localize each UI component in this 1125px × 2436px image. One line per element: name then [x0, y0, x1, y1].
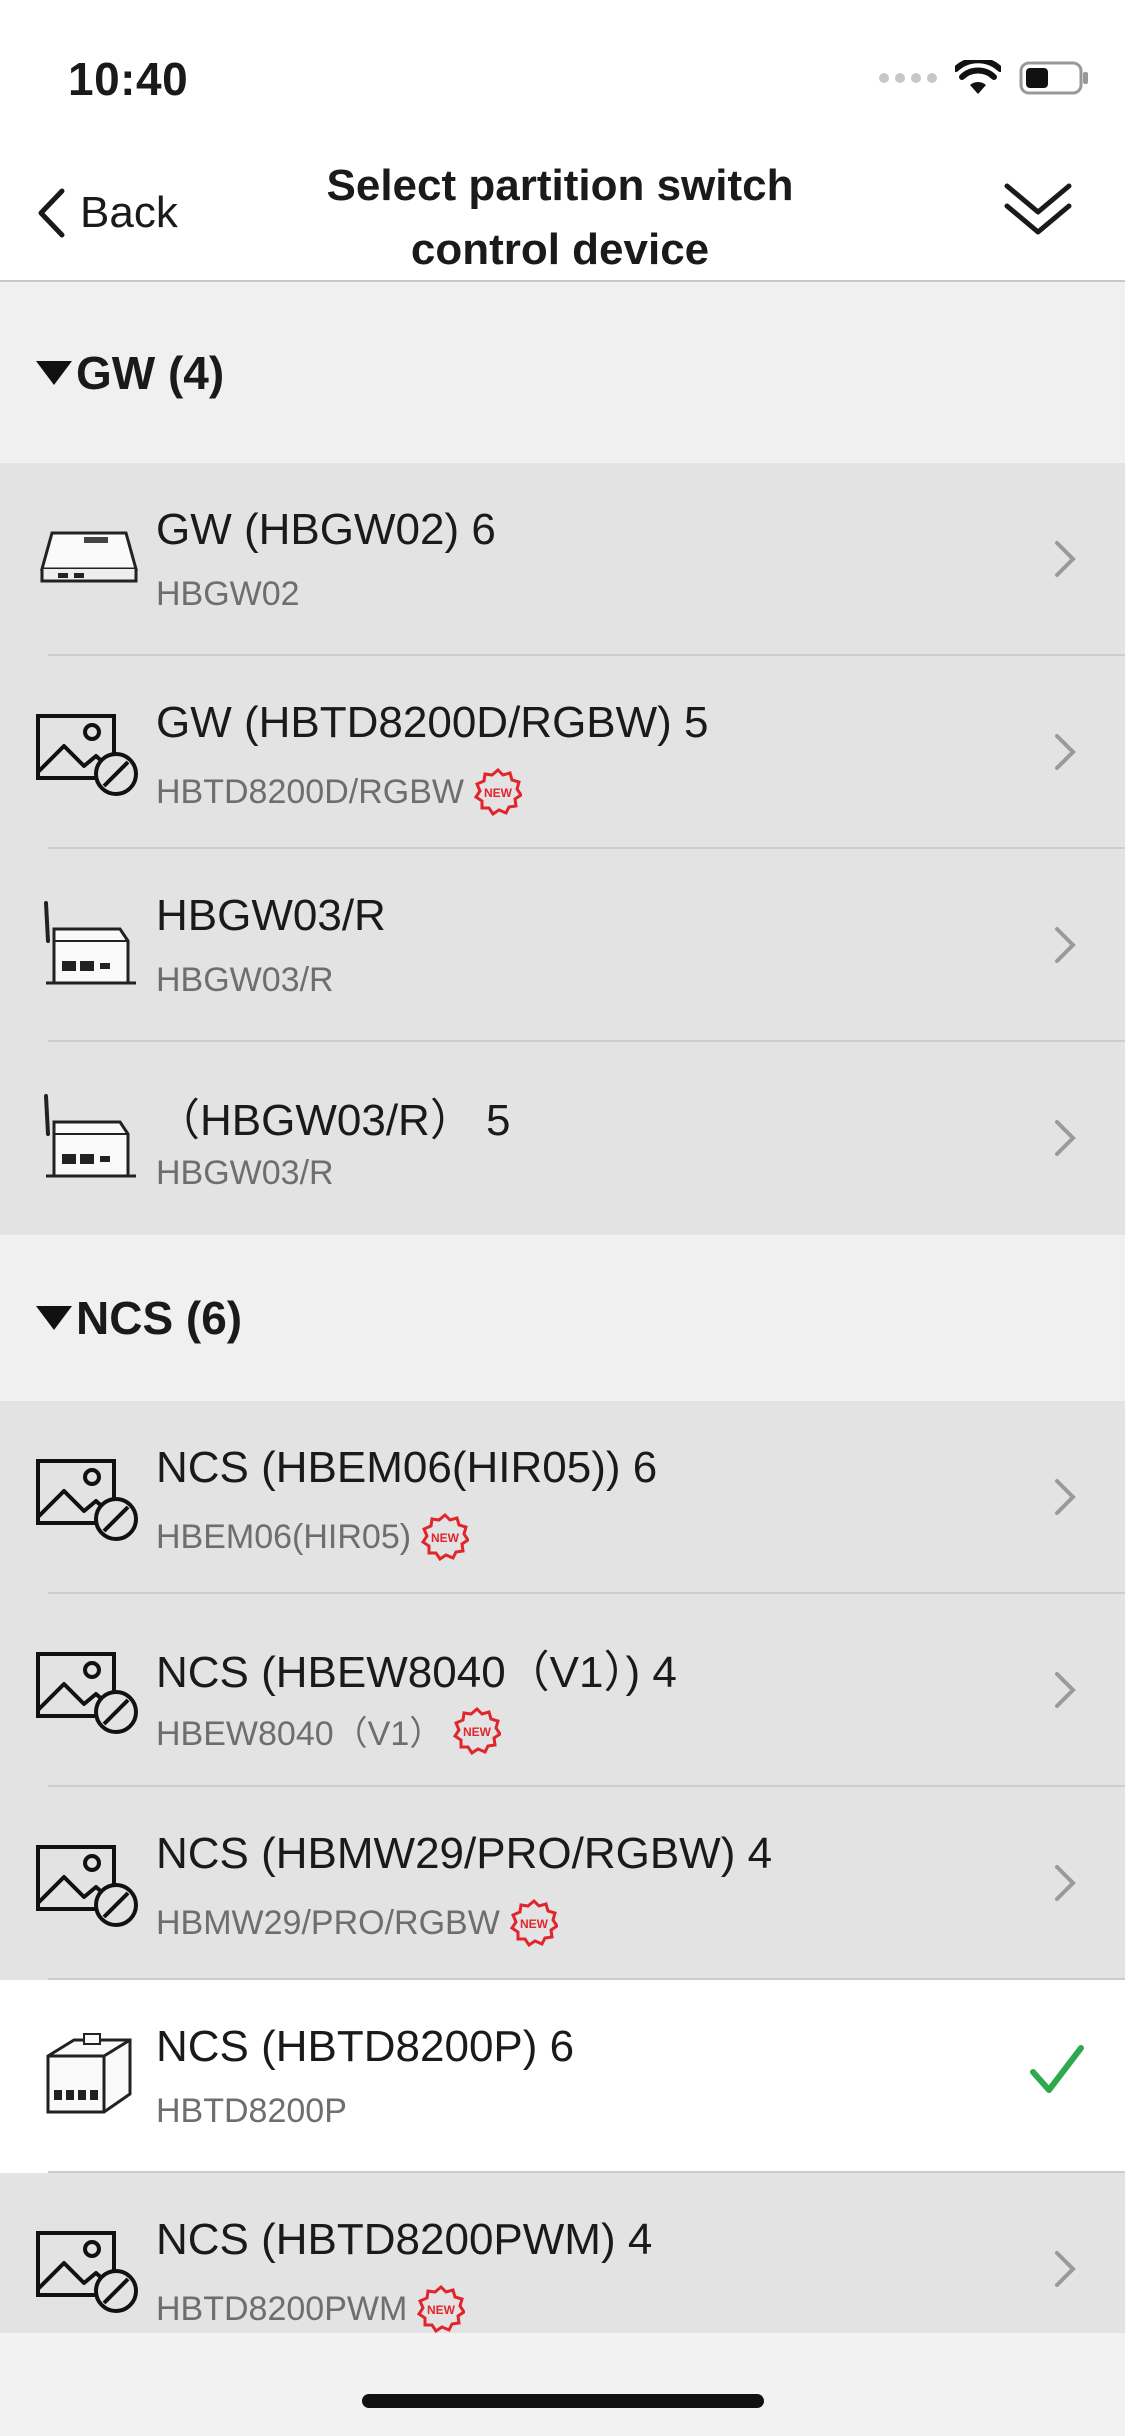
device-name: GW (HBTD8200D/RGBW) 5	[156, 698, 709, 747]
antenna-gateway-icon	[44, 901, 136, 985]
battery-icon	[1019, 61, 1088, 95]
new-badge-icon: NEW	[509, 1899, 558, 1947]
status-bar: 10:40	[0, 0, 1125, 140]
back-label: Back	[80, 188, 178, 237]
section-header-gw[interactable]: GW (4)	[0, 284, 1125, 462]
navigation-bar: Back Select partition switch control dev…	[0, 140, 1125, 282]
new-badge-icon: NEW	[453, 1706, 502, 1755]
caret-down-icon	[36, 1306, 72, 1330]
new-badge-icon: NEW	[473, 768, 522, 816]
checkmark-icon	[1030, 2045, 1084, 2093]
svg-text:NEW: NEW	[427, 2303, 456, 2317]
page-title-line2: control device	[410, 225, 710, 274]
list-item[interactable]: NCS (HBEW8040（V1）) 4 HBEW8040（V1） NEW	[0, 1594, 1125, 1787]
device-model: HBGW03/R	[156, 1154, 334, 1192]
svg-text:NEW: NEW	[431, 1531, 460, 1545]
device-name: NCS (HBEM06(HIR05)) 6	[156, 1443, 658, 1492]
new-badge-icon: NEW	[421, 1513, 470, 1561]
list-item[interactable]: NCS (HBTD8200PWM) 4 HBTD8200PWM NEW	[0, 2173, 1125, 2333]
list-item[interactable]: GW (HBGW02) 6 HBGW02	[0, 463, 1125, 656]
collapse-all-button[interactable]	[1003, 180, 1073, 245]
no-image-icon	[36, 1845, 138, 1927]
device-model: HBGW02	[156, 575, 300, 613]
chevron-right-icon	[1055, 927, 1076, 963]
svg-text:NEW: NEW	[463, 1725, 492, 1739]
device-model: HBTD8200D/RGBW NEW	[156, 768, 522, 816]
svg-text:NEW: NEW	[484, 786, 513, 800]
list-item[interactable]: HBGW03/R HBGW03/R	[0, 849, 1125, 1042]
status-icons	[879, 60, 1089, 96]
page-title: Select partition switch control device	[260, 154, 860, 282]
chevron-right-icon	[1055, 1672, 1076, 1708]
antenna-gateway-icon	[44, 1094, 136, 1178]
caret-down-icon	[36, 361, 72, 385]
module-device-icon	[46, 2033, 132, 2114]
gateway-box-icon	[40, 531, 138, 583]
chevron-right-icon	[1055, 2251, 1076, 2287]
page-title-line1: Select partition switch	[326, 161, 794, 210]
wifi-icon	[955, 60, 1001, 94]
device-model: HBTD8200P	[156, 2092, 347, 2130]
device-model: HBEM06(HIR05) NEW	[156, 1513, 470, 1561]
chevron-right-icon	[1055, 1479, 1076, 1515]
list-item[interactable]: NCS (HBEM06(HIR05)) 6 HBEM06(HIR05) NEW	[0, 1401, 1125, 1594]
no-image-icon	[36, 714, 138, 796]
double-chevron-down-icon	[1004, 183, 1072, 235]
device-name: （HBGW03/R） 5	[156, 1096, 511, 1145]
no-image-icon	[36, 2231, 138, 2313]
status-time: 10:40	[68, 53, 189, 105]
device-name: NCS (HBMW29/PRO/RGBW) 4	[156, 1829, 773, 1878]
section-title: GW (4)	[76, 347, 225, 399]
list-item[interactable]: GW (HBTD8200D/RGBW) 5 HBTD8200D/RGBW NEW	[0, 656, 1125, 849]
chevron-right-icon	[1055, 1120, 1076, 1156]
no-image-icon	[36, 1652, 138, 1734]
device-name: GW (HBGW02) 6	[156, 505, 496, 554]
section-header-ncs[interactable]: NCS (6)	[0, 1236, 1125, 1400]
svg-text:NEW: NEW	[520, 1917, 549, 1931]
back-button[interactable]: Back	[36, 188, 178, 238]
device-model: HBGW03/R	[156, 961, 334, 999]
section-title: NCS (6)	[76, 1292, 243, 1344]
device-model: HBTD8200PWM NEW	[156, 2285, 466, 2333]
chevron-right-icon	[1055, 1865, 1076, 1901]
device-name: NCS (HBTD8200PWM) 4	[156, 2215, 653, 2264]
device-name: NCS (HBTD8200P) 6	[156, 2022, 575, 2071]
home-indicator[interactable]	[362, 2394, 764, 2408]
chevron-left-icon	[38, 188, 65, 238]
list-item[interactable]: （HBGW03/R） 5 HBGW03/R	[0, 1042, 1125, 1235]
new-badge-icon: NEW	[417, 2285, 466, 2333]
list-item-selected[interactable]: NCS (HBTD8200P) 6 HBTD8200P	[0, 1980, 1125, 2173]
chevron-right-icon	[1055, 734, 1076, 770]
no-image-icon	[36, 1459, 138, 1541]
device-name: NCS (HBEW8040（V1）) 4	[156, 1648, 677, 1697]
device-model: HBMW29/PRO/RGBW NEW	[156, 1899, 558, 1947]
list-item[interactable]: NCS (HBMW29/PRO/RGBW) 4 HBMW29/PRO/RGBW …	[0, 1787, 1125, 1980]
chevron-right-icon	[1055, 541, 1076, 577]
device-name: HBGW03/R	[156, 891, 386, 940]
cellular-signal-icon	[879, 73, 937, 83]
device-model: HBEW8040（V1） NEW	[156, 1706, 502, 1755]
